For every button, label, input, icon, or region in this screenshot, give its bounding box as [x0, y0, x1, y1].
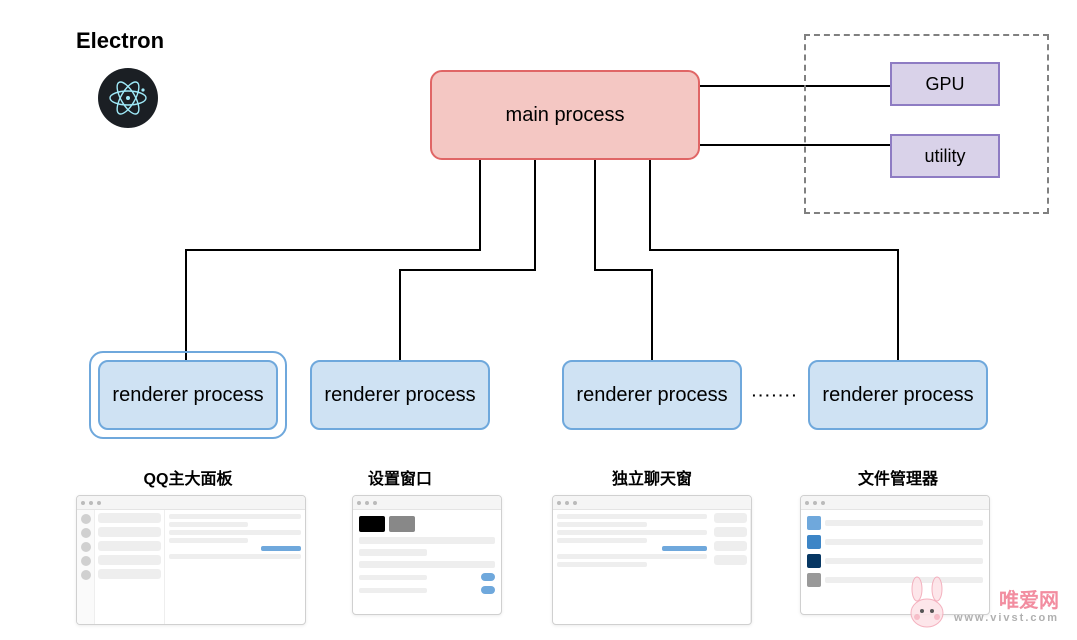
watermark: 唯爱网 www.vivst.com [954, 590, 1059, 624]
utility-process-box: utility [890, 134, 1000, 178]
renderer-process-box: renderer process [98, 360, 278, 430]
electron-logo-icon [98, 68, 158, 128]
renderer-caption: 设置窗口 [310, 465, 490, 489]
thumbnail-main-panel [76, 495, 306, 625]
renderer-caption: QQ主大面板 [98, 465, 278, 489]
renderer-process-box: renderer process [562, 360, 742, 430]
thumbnail-settings [352, 495, 502, 615]
gpu-process-box: GPU [890, 62, 1000, 106]
renderer-caption: 文件管理器 [808, 465, 988, 489]
renderer-process-box: renderer process [808, 360, 988, 430]
renderer-process-box: renderer process [310, 360, 490, 430]
ellipsis: ······· [752, 387, 799, 403]
diagram-title: Electron [76, 28, 164, 54]
main-process-box: main process [430, 70, 700, 160]
bunny-mascot-icon [897, 575, 957, 630]
watermark-url: www.vivst.com [954, 612, 1059, 624]
thumbnail-chat [552, 495, 752, 625]
aux-process-group [804, 34, 1049, 214]
watermark-brand: 唯爱网 [954, 590, 1059, 612]
renderer-caption: 独立聊天窗 [562, 465, 742, 489]
